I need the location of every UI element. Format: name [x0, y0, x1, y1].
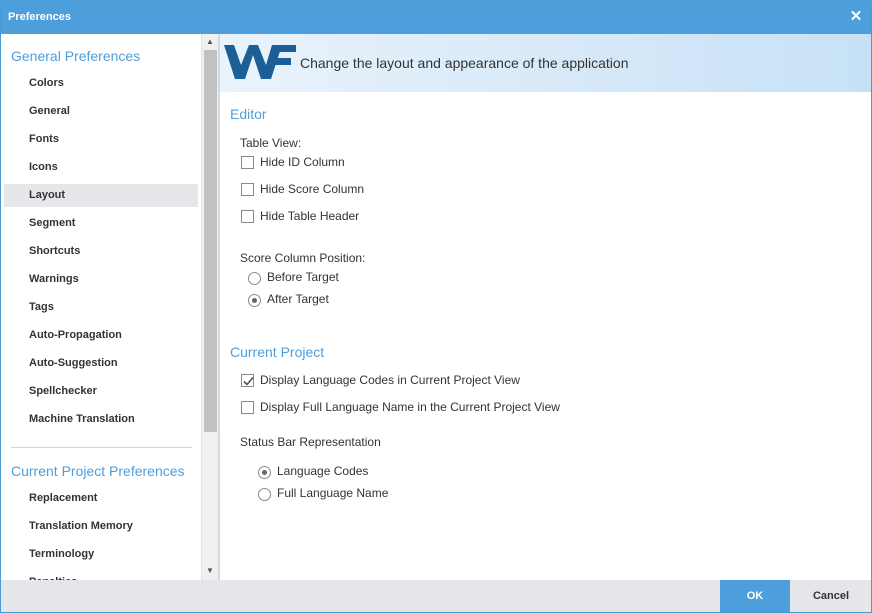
dialog-footer: OK Cancel [1, 580, 871, 612]
sidebar-item-tags[interactable]: Tags [4, 296, 198, 319]
checkmark-icon [243, 376, 254, 386]
scrollbar-thumb[interactable] [204, 50, 217, 432]
sidebar-item-icons[interactable]: Icons [4, 156, 198, 179]
sidebar-item-general[interactable]: General [4, 100, 198, 123]
before-target-label: Before Target [267, 270, 339, 284]
scroll-up-icon[interactable]: ▲ [202, 34, 218, 50]
hide-table-header-label: Hide Table Header [260, 209, 360, 223]
checkbox-unchecked[interactable] [241, 183, 254, 196]
checkbox-checked[interactable] [241, 374, 254, 387]
sidebar-scrollbar[interactable]: ▲ ▼ [201, 34, 218, 580]
hide-id-column-label: Hide ID Column [260, 155, 345, 169]
general-preferences-title: General Preferences [11, 48, 141, 64]
radio-selected[interactable] [258, 466, 271, 479]
sidebar-item-auto-propagation[interactable]: Auto-Propagation [4, 324, 198, 347]
checkbox-unchecked[interactable] [241, 210, 254, 223]
preferences-dialog: Preferences ✕ General Preferences Colors… [0, 0, 872, 613]
sidebar-item-terminology[interactable]: Terminology [4, 543, 198, 566]
wf-logo-icon [224, 45, 296, 79]
editor-heading: Editor [230, 106, 267, 122]
sidebar-item-fonts[interactable]: Fonts [4, 128, 198, 151]
radio-dot-icon [252, 298, 257, 303]
sidebar-item-translation-memory[interactable]: Translation Memory [4, 515, 198, 538]
hide-score-column-label: Hide Score Column [260, 182, 365, 196]
status-bar-representation-label: Status Bar Representation [240, 435, 381, 449]
ok-button[interactable]: OK [720, 580, 790, 612]
sidebar-item-auto-suggestion[interactable]: Auto-Suggestion [4, 352, 198, 375]
current-project-heading: Current Project [230, 344, 325, 360]
dialog-title: Preferences [8, 11, 71, 23]
display-language-codes-label: Display Language Codes in Current Projec… [260, 373, 520, 387]
checkbox-unchecked[interactable] [241, 401, 254, 414]
sidebar-item-penalties[interactable]: Penalties [4, 571, 198, 580]
radio-dot-icon [262, 470, 267, 475]
radio-selected[interactable] [248, 294, 261, 307]
checkbox-unchecked[interactable] [241, 156, 254, 169]
preferences-sidebar: General Preferences Colors General Fonts… [1, 34, 201, 580]
sidebar-divider [11, 447, 192, 448]
scroll-down-icon[interactable]: ▼ [202, 563, 218, 579]
sidebar-item-layout[interactable]: Layout [4, 184, 198, 207]
sidebar-item-machine-translation[interactable]: Machine Translation [4, 408, 198, 431]
radio-unselected[interactable] [248, 272, 261, 285]
table-view-label: Table View: [240, 136, 302, 150]
sidebar-item-warnings[interactable]: Warnings [4, 268, 198, 291]
sidebar-item-colors[interactable]: Colors [4, 72, 198, 95]
current-project-preferences-title: Current Project Preferences [11, 463, 185, 479]
cancel-button[interactable]: Cancel [791, 580, 871, 612]
after-target-label: After Target [267, 292, 329, 306]
score-column-position-label: Score Column Position: [240, 251, 366, 265]
sidebar-item-spellchecker[interactable]: Spellchecker [4, 380, 198, 403]
close-icon[interactable]: ✕ [849, 9, 863, 25]
layout-settings-panel: Editor Table View: Hide ID Column Hide S… [220, 92, 871, 580]
title-bar: Preferences ✕ [1, 1, 871, 34]
banner-tagline: Change the layout and appearance of the … [300, 55, 629, 71]
sidebar-item-shortcuts[interactable]: Shortcuts [4, 240, 198, 263]
language-codes-label: Language Codes [277, 464, 369, 478]
sidebar-item-segment[interactable]: Segment [4, 212, 198, 235]
full-language-name-label: Full Language Name [277, 486, 389, 500]
header-banner: Change the layout and appearance of the … [220, 34, 871, 92]
radio-unselected[interactable] [258, 488, 271, 501]
sidebar-item-replacement[interactable]: Replacement [4, 487, 198, 510]
display-full-language-name-label: Display Full Language Name in the Curren… [260, 400, 560, 414]
